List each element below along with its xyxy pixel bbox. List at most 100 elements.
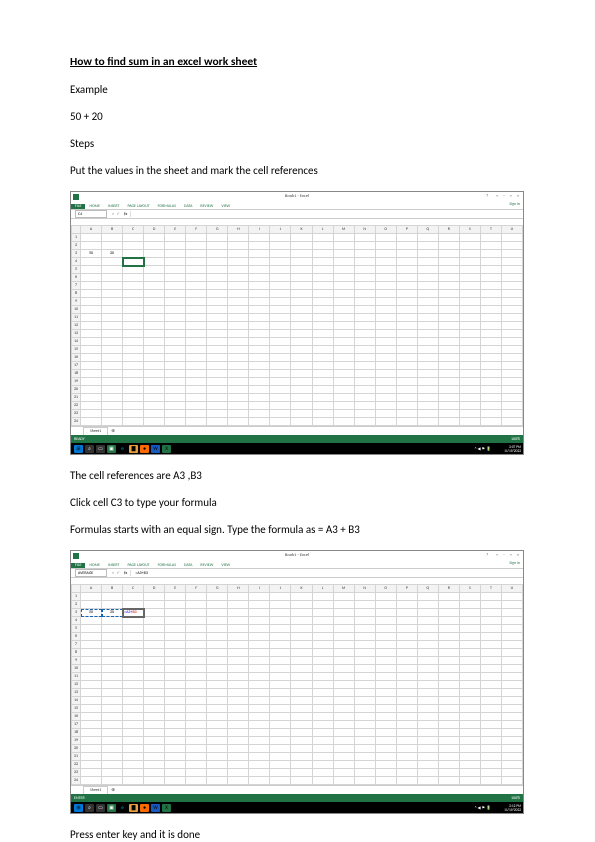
cell-H12[interactable]: [228, 322, 249, 330]
cell-B16[interactable]: [102, 713, 123, 721]
cell-G1[interactable]: [207, 234, 228, 242]
cell-R24[interactable]: [438, 418, 459, 426]
cell-Q10[interactable]: [417, 665, 438, 673]
cell-U2[interactable]: [501, 601, 522, 609]
cell-E20[interactable]: [165, 386, 186, 394]
cell-H10[interactable]: [228, 306, 249, 314]
cell-B21[interactable]: [102, 753, 123, 761]
cell-B12[interactable]: [102, 322, 123, 330]
cell-E14[interactable]: [165, 697, 186, 705]
cell-N24[interactable]: [354, 418, 375, 426]
cell-D3[interactable]: [144, 250, 165, 258]
cell-K24[interactable]: [291, 418, 312, 426]
cell-G2[interactable]: [207, 601, 228, 609]
cell-R14[interactable]: [438, 697, 459, 705]
cell-T3[interactable]: [480, 609, 501, 617]
ribbon-tab-view[interactable]: VIEW: [217, 563, 234, 568]
cell-A14[interactable]: [81, 338, 102, 346]
cell-A12[interactable]: [81, 322, 102, 330]
cell-G8[interactable]: [207, 290, 228, 298]
cell-U17[interactable]: [501, 362, 522, 370]
cell-L1[interactable]: [312, 593, 333, 601]
cell-M13[interactable]: [333, 689, 354, 697]
row-header[interactable]: 21: [72, 753, 81, 761]
cell-G1[interactable]: [207, 593, 228, 601]
col-header[interactable]: M: [333, 226, 354, 234]
cell-Q1[interactable]: [417, 234, 438, 242]
cell-C1[interactable]: [123, 234, 144, 242]
cell-B6[interactable]: [102, 633, 123, 641]
cell-N23[interactable]: [354, 410, 375, 418]
cell-A20[interactable]: [81, 745, 102, 753]
cell-E5[interactable]: [165, 625, 186, 633]
row-header[interactable]: 9: [72, 298, 81, 306]
cell-F21[interactable]: [186, 394, 207, 402]
cell-C9[interactable]: [123, 298, 144, 306]
sheet-tab[interactable]: Sheet1: [83, 786, 108, 794]
cell-D10[interactable]: [144, 665, 165, 673]
cell-E22[interactable]: [165, 761, 186, 769]
cell-R20[interactable]: [438, 745, 459, 753]
cell-K2[interactable]: [291, 601, 312, 609]
cell-K8[interactable]: [291, 290, 312, 298]
cell-S5[interactable]: [459, 266, 480, 274]
cell-O18[interactable]: [375, 729, 396, 737]
cell-E9[interactable]: [165, 298, 186, 306]
col-header[interactable]: N: [354, 585, 375, 593]
cell-M4[interactable]: [333, 258, 354, 266]
cell-N5[interactable]: [354, 625, 375, 633]
col-header[interactable]: G: [207, 585, 228, 593]
cell-S18[interactable]: [459, 729, 480, 737]
cell-O3[interactable]: [375, 609, 396, 617]
cell-T24[interactable]: [480, 418, 501, 426]
cell-G8[interactable]: [207, 649, 228, 657]
add-sheet-icon[interactable]: ⊕: [111, 429, 115, 434]
cell-T15[interactable]: [480, 705, 501, 713]
cell-A1[interactable]: [81, 234, 102, 242]
cell-F4[interactable]: [186, 258, 207, 266]
cell-Q23[interactable]: [417, 769, 438, 777]
cell-Q2[interactable]: [417, 242, 438, 250]
cell-A16[interactable]: [81, 354, 102, 362]
cell-P5[interactable]: [396, 625, 417, 633]
row-header[interactable]: 4: [72, 258, 81, 266]
cell-M18[interactable]: [333, 370, 354, 378]
cell-F4[interactable]: [186, 617, 207, 625]
cell-S5[interactable]: [459, 625, 480, 633]
cell-C11[interactable]: [123, 314, 144, 322]
row-header[interactable]: 20: [72, 745, 81, 753]
sheet-tab[interactable]: Sheet1: [83, 427, 108, 435]
cell-K2[interactable]: [291, 242, 312, 250]
fx-icon[interactable]: fx: [124, 571, 127, 576]
cell-R7[interactable]: [438, 641, 459, 649]
cell-C24[interactable]: [123, 777, 144, 785]
cell-Q24[interactable]: [417, 777, 438, 785]
cell-G15[interactable]: [207, 346, 228, 354]
cell-J20[interactable]: [270, 386, 291, 394]
cell-S7[interactable]: [459, 282, 480, 290]
cell-E24[interactable]: [165, 777, 186, 785]
cell-F14[interactable]: [186, 697, 207, 705]
cell-I4[interactable]: [249, 617, 270, 625]
cell-S21[interactable]: [459, 394, 480, 402]
cell-M9[interactable]: [333, 298, 354, 306]
cell-A4[interactable]: [81, 258, 102, 266]
cell-L4[interactable]: [312, 258, 333, 266]
cell-G10[interactable]: [207, 306, 228, 314]
cell-G14[interactable]: [207, 697, 228, 705]
cell-N22[interactable]: [354, 761, 375, 769]
cell-O14[interactable]: [375, 338, 396, 346]
cell-Q16[interactable]: [417, 354, 438, 362]
cell-G20[interactable]: [207, 386, 228, 394]
cell-H20[interactable]: [228, 745, 249, 753]
cell-H23[interactable]: [228, 410, 249, 418]
cell-H20[interactable]: [228, 386, 249, 394]
cell-S16[interactable]: [459, 354, 480, 362]
cell-A11[interactable]: [81, 673, 102, 681]
cell-A22[interactable]: [81, 402, 102, 410]
row-header[interactable]: 23: [72, 410, 81, 418]
cell-R1[interactable]: [438, 593, 459, 601]
cell-R24[interactable]: [438, 777, 459, 785]
cell-B6[interactable]: [102, 274, 123, 282]
cell-O9[interactable]: [375, 298, 396, 306]
